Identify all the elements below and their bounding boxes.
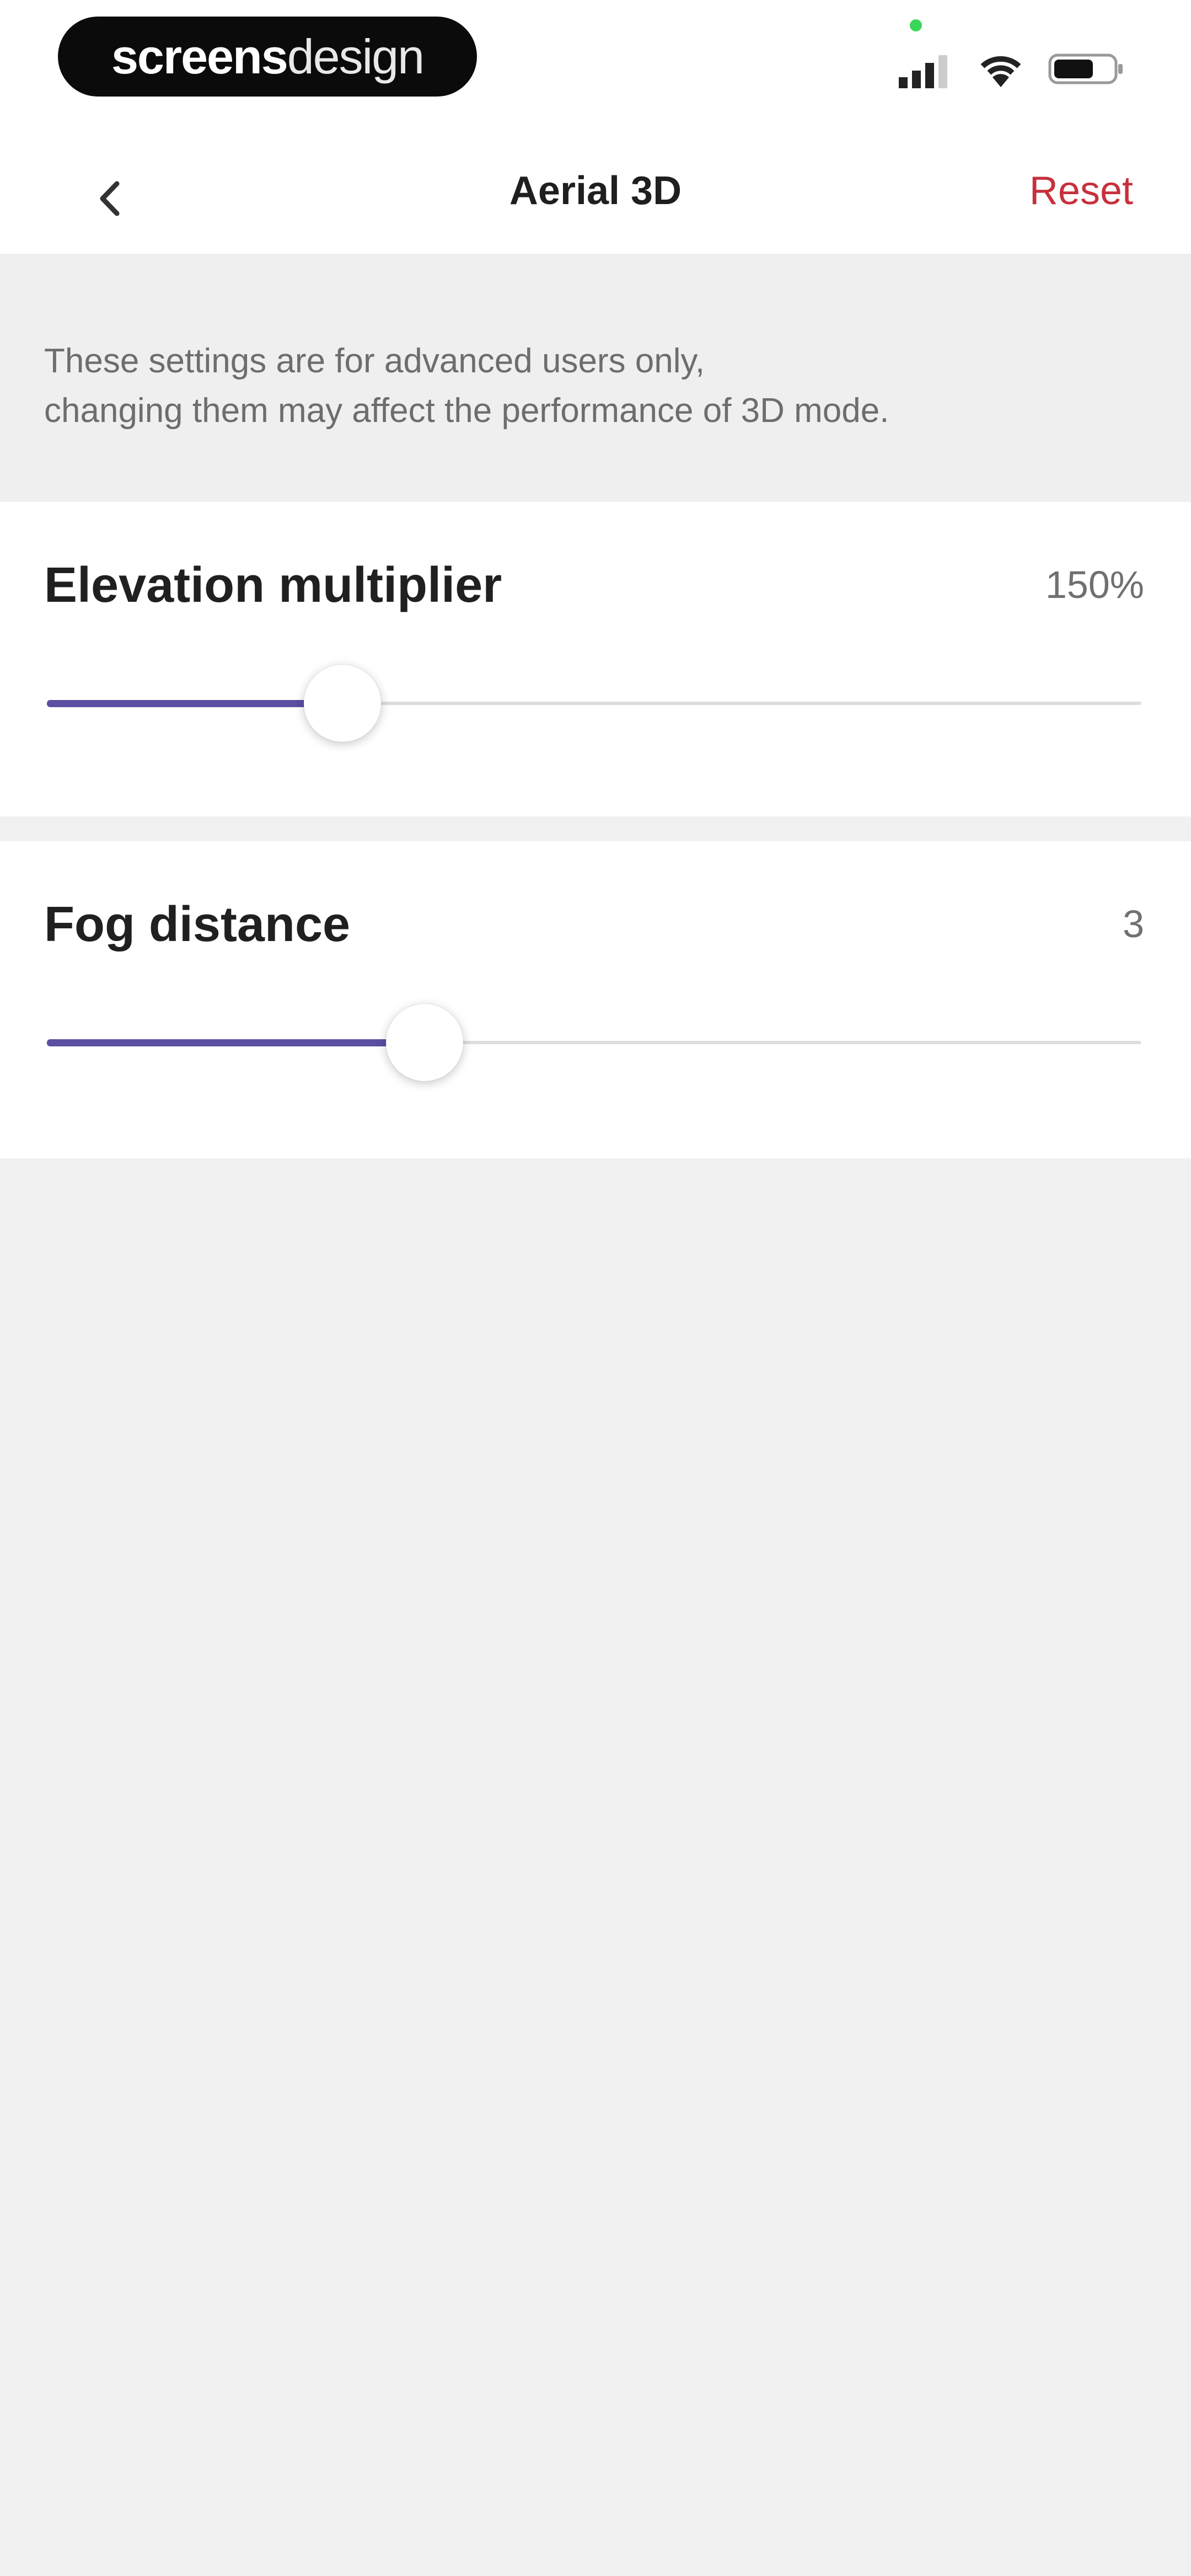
brand-logo-light: design [287, 29, 425, 84]
slider-fill [47, 700, 342, 707]
slider-fill [47, 1039, 425, 1046]
advanced-settings-notice: These settings are for advanced users on… [0, 254, 1191, 502]
brand-logo-bold: screens [111, 29, 288, 84]
elevation-multiplier-slider[interactable] [47, 665, 1141, 742]
brand-logo: screens design [58, 17, 477, 97]
page-title: Aerial 3D [509, 169, 682, 213]
battery-icon [1048, 54, 1123, 84]
navigation-bar: Aerial 3D Reset [0, 127, 1191, 254]
camera-indicator-icon [910, 19, 922, 31]
slider-thumb[interactable] [303, 665, 381, 742]
fog-distance-value: 3 [1123, 902, 1144, 945]
wifi-icon [980, 56, 1021, 87]
status-icons [899, 44, 1125, 94]
reset-button[interactable]: Reset [1029, 168, 1133, 213]
fog-distance-label: Fog distance [44, 897, 351, 952]
fog-distance-setting: Fog distance 3 [0, 841, 1191, 1158]
signal-icon [899, 55, 947, 88]
notice-line-2: changing them may affect the performance… [44, 392, 889, 430]
notice-text: These settings are for advanced users on… [44, 336, 1147, 436]
elevation-multiplier-setting: Elevation multiplier 150% [0, 502, 1191, 816]
slider-thumb[interactable] [385, 1004, 463, 1081]
notice-line-1: These settings are for advanced users on… [44, 342, 705, 380]
fog-distance-slider[interactable] [47, 1004, 1141, 1081]
status-bar: screens design [0, 0, 1191, 127]
elevation-multiplier-label: Elevation multiplier [44, 558, 502, 613]
elevation-multiplier-value: 150% [1045, 563, 1144, 606]
